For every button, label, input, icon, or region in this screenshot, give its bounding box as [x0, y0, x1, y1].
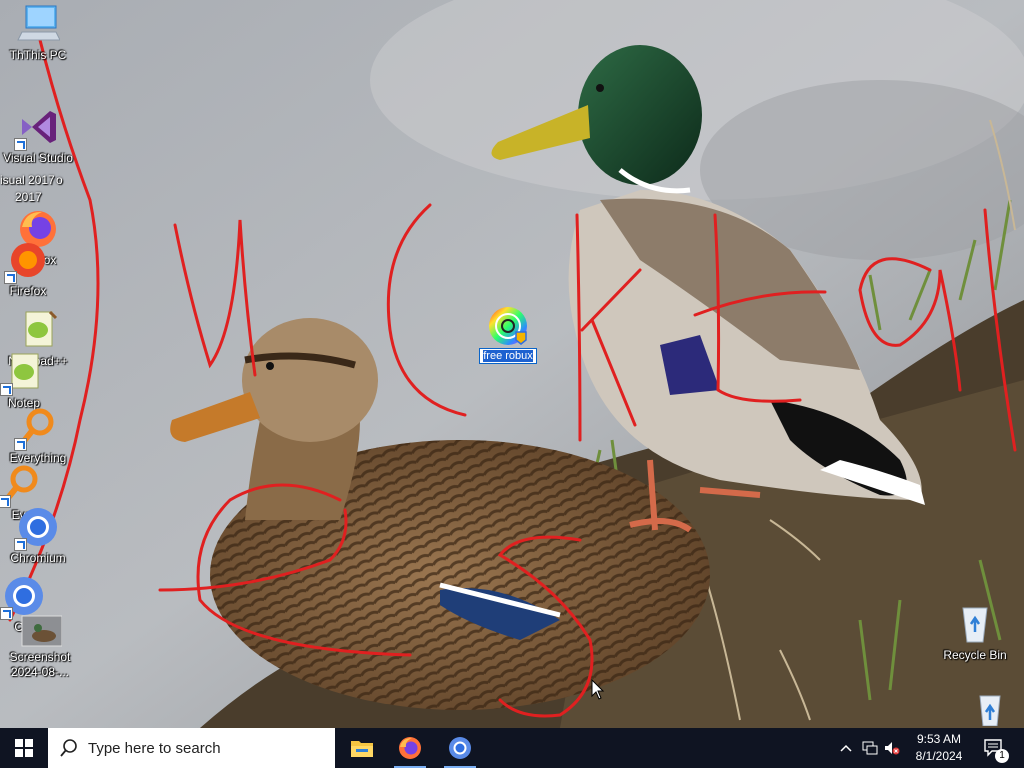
search-placeholder: Type here to search [88, 739, 221, 757]
ducks-wallpaper-image [0, 0, 1024, 728]
search-icon [60, 739, 78, 757]
recycle-bin-icon [953, 602, 997, 646]
shortcut-arrow-icon [4, 271, 17, 284]
shortcut-arrow-icon [0, 383, 13, 396]
taskbar-chromium-button[interactable] [436, 728, 484, 768]
desktop-icon-recycle-bin-duplicate[interactable] [952, 690, 1024, 727]
taskbar-clock[interactable]: 9:53 AM 8/1/2024 [904, 731, 974, 765]
ghost-label-text: o [56, 173, 63, 187]
chromium-icon [0, 574, 46, 620]
shortcut-arrow-icon [14, 138, 27, 151]
network-icon[interactable] [862, 740, 878, 756]
desktop-icon-everything[interactable]: Everything [0, 405, 76, 466]
shortcut-arrow-icon [14, 538, 27, 551]
firefox-icon [4, 238, 50, 284]
clock-time: 9:53 AM [916, 732, 962, 746]
desktop-icon-label: Screenshot 2024-08-... [2, 650, 78, 680]
rename-text-field[interactable]: free robux [479, 348, 537, 364]
desktop-icon-screenshot-file[interactable]: Screenshot 2024-08-... [2, 614, 78, 680]
desktop-icon-label: Firefox [9, 284, 47, 298]
desktop-icon-visual-studio[interactable]: Visual Studio [0, 105, 76, 166]
taskbar-file-explorer-button[interactable] [338, 728, 386, 768]
desktop-icon-recycle-bin[interactable]: Recycle Bin [937, 602, 1013, 663]
desktop-wallpaper [0, 0, 1024, 728]
file-name-line-2: 2024-08-... [10, 665, 70, 679]
clock-date: 8/1/2024 [915, 749, 963, 763]
desktop-icon-chromium[interactable]: Chromium [0, 505, 76, 566]
everything-search-icon [14, 405, 60, 451]
desktop-icon-label: ThThis PC [9, 48, 67, 62]
show-hidden-icons-chevron-icon[interactable] [838, 740, 854, 756]
desktop-icon-label: Recycle Bin [943, 648, 1007, 662]
desktop-icon-notepad-plus-plus-duplicate[interactable]: Notep [0, 350, 62, 411]
notepad-plus-plus-icon [0, 350, 46, 396]
folder-icon [351, 741, 373, 757]
chromium-icon [449, 737, 471, 759]
ghost-label-text: 2017 [15, 190, 42, 204]
visual-studio-icon [14, 105, 60, 151]
desktop-icon-this-pc[interactable]: ThThis PC [0, 2, 76, 63]
desktop-icon-free-robux[interactable]: free robux [472, 304, 544, 364]
desktop-icon-firefox-duplicate[interactable]: Firefox [0, 238, 66, 299]
file-name-line-1: Screenshot [9, 650, 71, 664]
volume-muted-icon[interactable] [884, 740, 900, 756]
free-robux-icon [486, 304, 530, 348]
recycle-bin-icon [968, 690, 1012, 727]
taskbar: Type here to search 9:53 AM 8/1/2024 1 [0, 728, 1024, 768]
notepad-plus-plus-icon [16, 308, 60, 352]
windows-logo-icon [15, 739, 33, 757]
rename-selected-text: free robux [483, 350, 533, 362]
image-file-thumbnail-icon [18, 614, 63, 648]
shortcut-arrow-icon [14, 438, 27, 451]
notification-count-badge: 1 [995, 749, 1009, 763]
ghost-label-text: isual 2017 [0, 173, 55, 187]
chromium-icon [14, 505, 60, 551]
desktop-icon-label: Visual Studio [3, 151, 73, 165]
desktop-icon-label: Chromium [10, 551, 66, 565]
mouse-cursor-icon [591, 679, 605, 700]
this-pc-icon [16, 2, 61, 46]
start-button[interactable] [0, 728, 48, 768]
everything-search-icon [0, 462, 44, 508]
taskbar-firefox-button[interactable] [386, 728, 434, 768]
taskbar-search-box[interactable]: Type here to search [48, 728, 335, 768]
firefox-icon [399, 737, 421, 759]
